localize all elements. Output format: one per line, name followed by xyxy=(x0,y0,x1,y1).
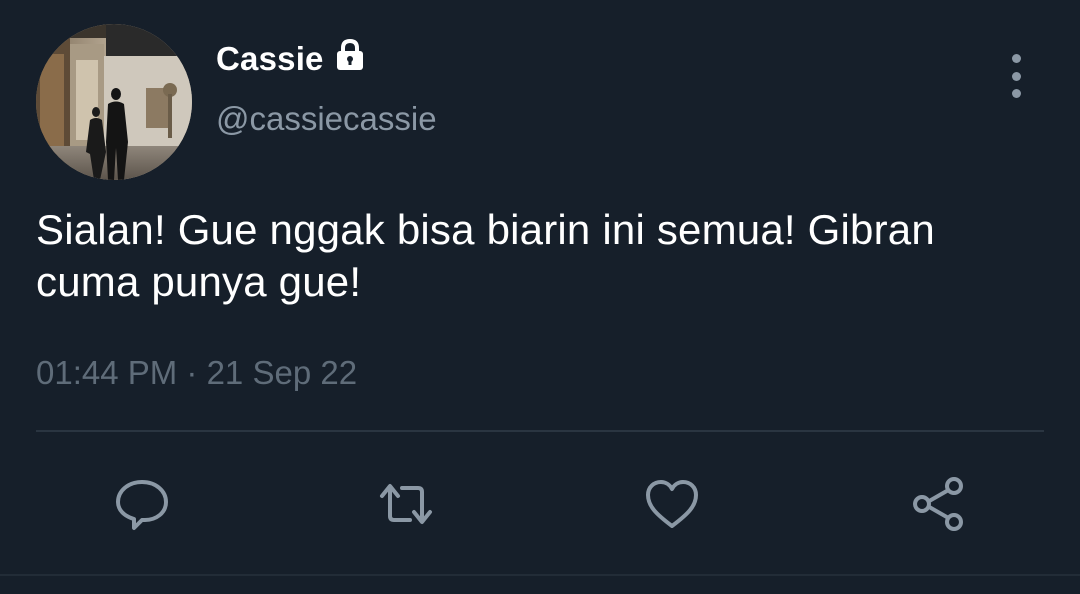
display-name-row: Cassie xyxy=(216,37,368,78)
tweet-timestamp[interactable]: 01:44 PM · 21 Sep 22 xyxy=(36,354,357,392)
avatar[interactable] xyxy=(36,24,192,180)
more-dot-icon xyxy=(1011,54,1021,63)
reply-icon xyxy=(116,480,168,530)
user-handle[interactable]: @cassiecassie xyxy=(216,100,437,138)
lock-icon xyxy=(332,37,368,73)
tweet-detail: Cassie @cassiecassie Sialan! Gue nggak b… xyxy=(0,0,1080,594)
share-icon xyxy=(913,477,963,531)
divider xyxy=(36,430,1044,432)
more-options-button[interactable] xyxy=(996,54,1036,98)
more-dot-icon xyxy=(1011,71,1021,81)
like-button[interactable] xyxy=(640,472,704,536)
avatar-photo xyxy=(36,24,192,180)
like-icon xyxy=(646,480,698,528)
retweet-button[interactable] xyxy=(374,472,438,536)
display-name[interactable]: Cassie xyxy=(216,40,324,78)
tweet-text: Sialan! Gue nggak bisa biarin ini semua!… xyxy=(36,206,935,305)
share-button[interactable] xyxy=(906,472,970,536)
bottom-divider xyxy=(0,574,1080,576)
reply-button[interactable] xyxy=(110,472,174,536)
more-dot-icon xyxy=(1011,89,1021,98)
retweet-icon xyxy=(380,484,432,524)
